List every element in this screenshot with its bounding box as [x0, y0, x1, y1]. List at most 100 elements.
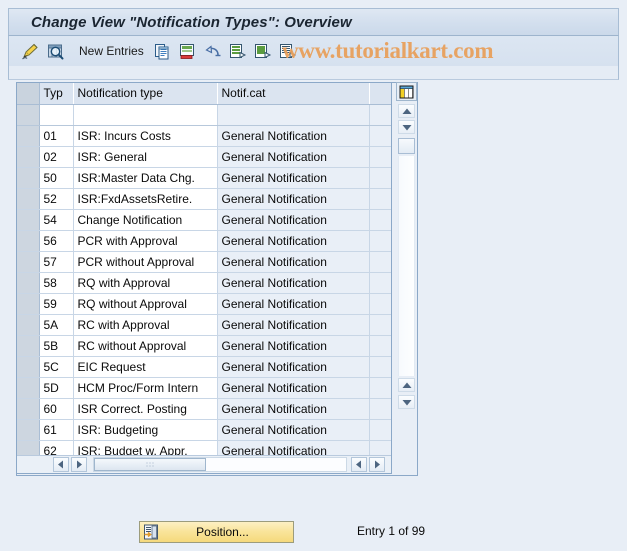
hscroll-track[interactable]	[93, 457, 347, 472]
vscroll-track[interactable]	[398, 156, 415, 376]
cell-notification-type[interactable]: Change Notification	[73, 209, 218, 231]
row-selector[interactable]	[17, 146, 40, 168]
table-row[interactable]: 5C EIC Request General Notification	[17, 356, 391, 378]
cell-notification-type[interactable]: ISR:Master Data Chg.	[73, 167, 218, 189]
cell-typ[interactable]: 61	[39, 419, 74, 441]
cell-typ[interactable]: 57	[39, 251, 74, 273]
table-row[interactable]: 5D HCM Proc/Form Intern General Notificati…	[17, 377, 391, 399]
table-row[interactable]: 01 ISR: Incurs Costs General Notification	[17, 125, 391, 147]
cell-notification-type[interactable]: ISR: General	[73, 146, 218, 168]
cell-notification-type[interactable]: RQ with Approval	[73, 272, 218, 294]
cell-notification-type[interactable]: RQ without Approval	[73, 293, 218, 315]
row-selector[interactable]	[17, 335, 40, 357]
cell-notification-type[interactable]: PCR without Approval	[73, 251, 218, 273]
cell-notification-type[interactable]: ISR: Budgeting	[73, 419, 218, 441]
row-selector[interactable]	[17, 104, 40, 126]
cell-notification-type[interactable]: ISR: Budget w. Appr.	[73, 440, 218, 455]
new-entries-button[interactable]: New Entries	[79, 44, 144, 58]
cell-notification-type[interactable]: PCR with Approval	[73, 230, 218, 252]
position-button[interactable]: Position...	[139, 521, 294, 543]
row-selector[interactable]	[17, 272, 40, 294]
undo-icon[interactable]	[202, 40, 224, 62]
cell-notification-type[interactable]: ISR Correct. Posting	[73, 398, 218, 420]
table-settings-icon[interactable]	[396, 82, 417, 101]
cell-notification-type[interactable]: ISR:FxdAssetsRetire.	[73, 188, 218, 210]
cell-filler	[369, 272, 391, 294]
scroll-down-icon-2[interactable]	[398, 395, 415, 409]
cell-typ[interactable]: 56	[39, 230, 74, 252]
table-row[interactable]: 57 PCR without Approval General Notificati…	[17, 251, 391, 273]
cell-typ[interactable]: 60	[39, 398, 74, 420]
horizontal-scrollbar[interactable]	[17, 455, 391, 473]
column-header-cat[interactable]: Notif.cat	[217, 83, 370, 105]
cell-typ[interactable]: 5D	[39, 377, 74, 399]
cell-typ[interactable]: 5C	[39, 356, 74, 378]
cell-typ[interactable]: 62	[39, 440, 74, 455]
table-row[interactable]: 5B RC without Approval General Notificatio…	[17, 335, 391, 357]
cell-notification-type[interactable]: EIC Request	[73, 356, 218, 378]
scroll-left-icon[interactable]	[53, 457, 69, 472]
cell-typ[interactable]: 50	[39, 167, 74, 189]
filter-input-typ[interactable]	[39, 104, 74, 126]
select-all-header[interactable]	[17, 83, 40, 105]
scroll-up-icon[interactable]	[398, 104, 415, 118]
row-selector[interactable]	[17, 188, 40, 210]
row-selector[interactable]	[17, 377, 40, 399]
select-layout-icon[interactable]	[44, 40, 66, 62]
row-selector[interactable]	[17, 314, 40, 336]
row-selector[interactable]	[17, 167, 40, 189]
table-row[interactable]: 62 ISR: Budget w. Appr. General Notificati…	[17, 440, 391, 455]
cell-notification-type[interactable]: ISR: Incurs Costs	[73, 125, 218, 147]
row-selector[interactable]	[17, 230, 40, 252]
row-selector[interactable]	[17, 356, 40, 378]
scroll-up-icon-2[interactable]	[398, 378, 415, 392]
cell-notif-cat: General Notification	[217, 230, 370, 252]
copy-as-icon[interactable]	[152, 40, 174, 62]
cell-typ[interactable]: 01	[39, 125, 74, 147]
hscroll-thumb[interactable]	[94, 458, 206, 471]
row-selector[interactable]	[17, 398, 40, 420]
row-selector[interactable]	[17, 293, 40, 315]
cell-typ[interactable]: 54	[39, 209, 74, 231]
cell-notification-type[interactable]: RC without Approval	[73, 335, 218, 357]
previous-entry-icon[interactable]	[227, 40, 249, 62]
hscroll-right-buttons	[351, 457, 387, 472]
filter-input-name[interactable]	[73, 104, 218, 126]
table-row[interactable]: 02 ISR: General General Notification	[17, 146, 391, 168]
table-row[interactable]: 58 RQ with Approval General Notification	[17, 272, 391, 294]
table-row[interactable]: 52 ISR:FxdAssetsRetire. General Notificati…	[17, 188, 391, 210]
next-entry-icon[interactable]	[252, 40, 274, 62]
cell-notification-type[interactable]: RC with Approval	[73, 314, 218, 336]
scroll-right-icon[interactable]	[71, 457, 87, 472]
cell-typ[interactable]: 52	[39, 188, 74, 210]
column-header-name[interactable]: Notification type	[73, 83, 218, 105]
cell-typ[interactable]: 59	[39, 293, 74, 315]
row-selector[interactable]	[17, 440, 40, 455]
table-row[interactable]: 56 PCR with Approval General Notification	[17, 230, 391, 252]
cell-typ[interactable]: 5B	[39, 335, 74, 357]
cell-filler	[369, 377, 391, 399]
position-icon	[142, 523, 160, 541]
table-row[interactable]: 61 ISR: Budgeting General Notification	[17, 419, 391, 441]
column-header-typ[interactable]: Typ	[39, 83, 74, 105]
table-row[interactable]: 50 ISR:Master Data Chg. General Notificati…	[17, 167, 391, 189]
scroll-down-icon[interactable]	[398, 120, 415, 134]
row-selector[interactable]	[17, 209, 40, 231]
display-change-icon[interactable]	[19, 40, 41, 62]
table-row[interactable]: 54 Change Notification General Notificatio…	[17, 209, 391, 231]
delete-icon[interactable]	[177, 40, 199, 62]
row-selector[interactable]	[17, 419, 40, 441]
table-row[interactable]: 59 RQ without Approval General Notificatio…	[17, 293, 391, 315]
row-selector[interactable]	[17, 251, 40, 273]
scroll-left-icon-2[interactable]	[351, 457, 367, 472]
cell-typ[interactable]: 02	[39, 146, 74, 168]
other-entry-icon[interactable]	[277, 40, 299, 62]
cell-notification-type[interactable]: HCM Proc/Form Intern	[73, 377, 218, 399]
table-row[interactable]: 60 ISR Correct. Posting General Notificati…	[17, 398, 391, 420]
cell-typ[interactable]: 5A	[39, 314, 74, 336]
scroll-right-icon-2[interactable]	[369, 457, 385, 472]
cell-typ[interactable]: 58	[39, 272, 74, 294]
vscroll-thumb[interactable]	[398, 138, 415, 154]
table-row[interactable]: 5A RC with Approval General Notification	[17, 314, 391, 336]
row-selector[interactable]	[17, 125, 40, 147]
